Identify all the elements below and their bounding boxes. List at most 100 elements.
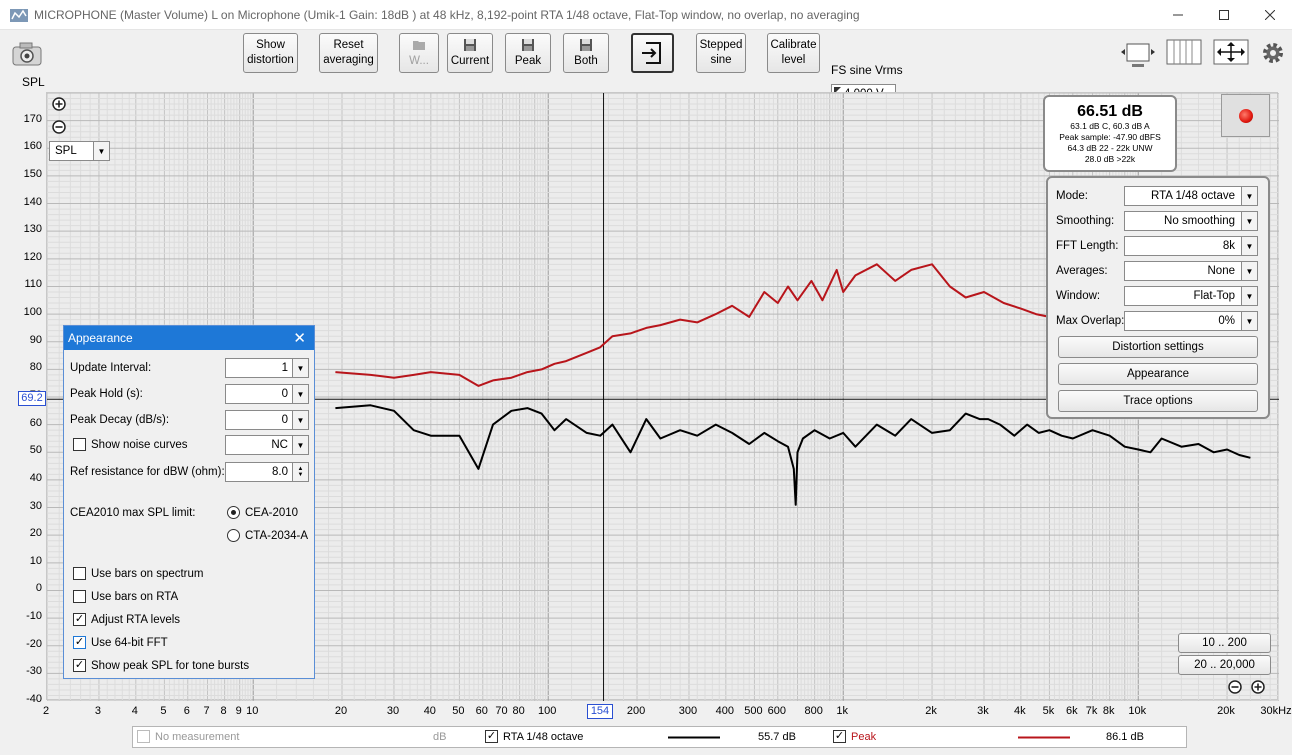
peak-trace-checkbox[interactable]: ✓ [833, 730, 846, 743]
range-20-20000-button[interactable]: 20 .. 20,000 [1178, 655, 1271, 675]
x-tick-label: 600 [767, 705, 786, 717]
minimize-button[interactable] [1155, 0, 1201, 30]
cta-2034-radio[interactable] [227, 529, 240, 542]
rta-trace-checkbox[interactable]: ✓ [485, 730, 498, 743]
fft-length-select[interactable]: 8k ▼ [1124, 236, 1258, 256]
record-button[interactable] [1221, 94, 1270, 137]
averages-select[interactable]: None ▼ [1124, 261, 1258, 281]
show-distortion-label-2: distortion [247, 54, 294, 66]
reset-averaging-button[interactable]: Reset averaging [319, 33, 378, 73]
toolbar: Show distortion Reset averaging W... Cur… [0, 30, 1292, 105]
x-tick-label: 800 [804, 705, 823, 717]
x-tick-label: 6k [1065, 705, 1078, 717]
x-tick-label: 7k [1085, 705, 1098, 717]
trace-legend: No measurement dB ✓ RTA 1/48 octave 55.7… [132, 726, 1187, 748]
appearance-title-bar[interactable]: Appearance ✕ [64, 326, 314, 350]
y-cursor-marker[interactable]: 69.2 [18, 391, 46, 406]
mode-select[interactable]: RTA 1/48 octave ▼ [1124, 186, 1258, 206]
bars-rta-checkbox[interactable] [73, 590, 86, 603]
x-tick-label: 20 [334, 705, 348, 717]
calibrate-level-button[interactable]: Calibrate level [767, 33, 820, 73]
zoom-out-icon[interactable] [1228, 680, 1242, 694]
fft64-checkbox[interactable]: ✓ [73, 636, 86, 649]
gear-icon[interactable] [1261, 41, 1285, 65]
show-distortion-button[interactable]: Show distortion [243, 33, 298, 73]
layout-icon[interactable] [1119, 40, 1157, 68]
x-tick-label: 200 [626, 705, 646, 717]
save-both-button[interactable]: Both [563, 33, 609, 73]
reset-averaging-label-2: averaging [323, 54, 374, 66]
x-tick-label: 400 [715, 705, 735, 717]
x-tick-label: 50 [452, 705, 465, 717]
max-overlap-value: 0% [1218, 315, 1235, 327]
distortion-settings-button[interactable]: Distortion settings [1058, 336, 1258, 358]
x-cursor-marker[interactable]: 154 [587, 704, 613, 719]
chevron-down-icon: ▼ [292, 411, 308, 429]
max-overlap-label: Max Overlap: [1056, 315, 1125, 327]
stepped-sine-button[interactable]: Stepped sine [696, 33, 746, 73]
noise-curves-value: NC [271, 439, 288, 451]
y-tick-label: 90 [29, 333, 42, 346]
peak-spl-label: Show peak SPL for tone bursts [91, 660, 250, 672]
rta-settings-panel: Mode: RTA 1/48 octave ▼ Smoothing: No smo… [1046, 176, 1270, 419]
fft64-label: Use 64-bit FFT [91, 637, 168, 649]
trace-options-button[interactable]: Trace options [1058, 390, 1258, 412]
x-tick-label: 5k [1042, 705, 1055, 717]
range-10-200-button[interactable]: 10 .. 200 [1178, 633, 1271, 653]
y-tick-label: -40 [26, 693, 42, 705]
y-tick-label: 0 [35, 582, 42, 595]
export-button[interactable] [631, 33, 674, 73]
appearance-button[interactable]: Appearance [1058, 363, 1258, 385]
move-icon[interactable] [1213, 39, 1249, 65]
close-button[interactable] [1247, 0, 1292, 30]
update-interval-select[interactable]: 1 ▼ [225, 358, 309, 378]
noise-curves-select[interactable]: NC ▼ [225, 435, 309, 455]
x-tick-label: 30kHz [1260, 705, 1292, 717]
x-tick-label: 9 [235, 705, 242, 717]
peak-hold-label: Peak Hold (s): [70, 388, 143, 400]
appearance-title: Appearance [68, 331, 133, 345]
peak-decay-value: 0 [281, 414, 288, 426]
bars-spectrum-checkbox[interactable] [73, 567, 86, 580]
update-interval-value: 1 [281, 362, 288, 374]
save-current-button[interactable]: Current [447, 33, 493, 73]
rta-trace-label: RTA 1/48 octave [503, 731, 584, 743]
camera-icon[interactable] [12, 42, 42, 66]
maximize-button[interactable] [1201, 0, 1247, 30]
no-measurement-label: No measurement [155, 731, 240, 743]
save-icon [522, 38, 534, 51]
ref-resistance-spinner[interactable]: 8.0 ▲ ▼ [225, 462, 309, 482]
noise-curves-checkbox[interactable] [73, 438, 86, 451]
close-icon[interactable]: ✕ [293, 329, 306, 347]
zoom-out-icon[interactable] [52, 120, 66, 134]
save-w-button[interactable]: W... [399, 33, 439, 73]
calibrate-level-label-1: Calibrate [770, 39, 817, 51]
chevron-down-icon: ▼ [292, 359, 308, 377]
maximize-icon [1219, 10, 1229, 20]
spinner-arrows-icon[interactable]: ▲ ▼ [292, 463, 308, 481]
max-overlap-select[interactable]: 0% ▼ [1124, 311, 1258, 331]
zoom-in-icon[interactable] [52, 97, 66, 111]
graph-layout-icon[interactable] [1166, 39, 1202, 65]
save-peak-button[interactable]: Peak [505, 33, 551, 73]
rta-trace-swatch [668, 736, 720, 739]
y-tick-label: 60 [29, 416, 42, 429]
y-tick-label: 170 [23, 112, 42, 125]
peak-spl-checkbox[interactable]: ✓ [73, 659, 86, 672]
y-tick-label: 80 [29, 361, 42, 374]
adjust-rta-checkbox[interactable]: ✓ [73, 613, 86, 626]
adjust-rta-label: Adjust RTA levels [91, 614, 181, 626]
peak-decay-select[interactable]: 0 ▼ [225, 410, 309, 430]
save-peak-label: Peak [514, 54, 542, 67]
chevron-down-icon: ▼ [1241, 312, 1257, 330]
zoom-in-icon[interactable] [1251, 680, 1265, 694]
unit-select[interactable]: SPL ▼ [49, 141, 110, 161]
save-current-label: Current [450, 54, 490, 67]
y-tick-label: 140 [23, 195, 42, 208]
y-tick-label: -30 [26, 665, 42, 678]
no-measurement-checkbox[interactable] [137, 730, 150, 743]
window-select[interactable]: Flat-Top ▼ [1124, 286, 1258, 306]
smoothing-select[interactable]: No smoothing ▼ [1124, 211, 1258, 231]
cea-2010-radio[interactable] [227, 506, 240, 519]
peak-hold-select[interactable]: 0 ▼ [225, 384, 309, 404]
